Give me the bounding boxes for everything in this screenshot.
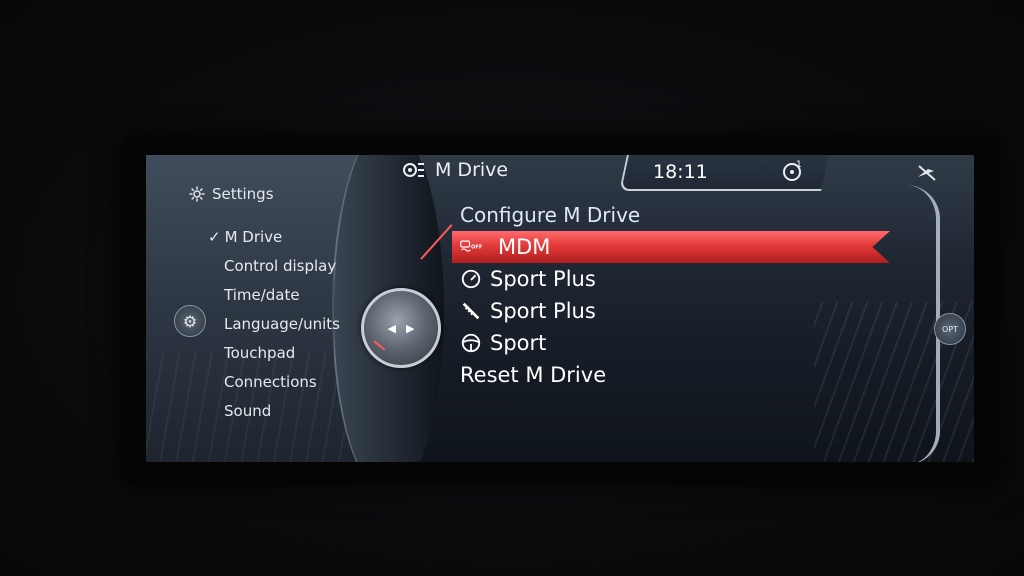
page-title-group: M Drive [401,159,508,181]
item-label: MDM [498,235,551,259]
arrow-left-icon: ◀ [387,321,396,335]
mdm-off-icon: OFF [460,236,482,258]
svg-text:OFF: OFF [471,244,482,250]
gauge-icon [460,268,482,290]
options-label: OPT [941,324,958,334]
sidebar-item-time-date[interactable]: Time/date [224,281,340,310]
arrow-right-icon: ▶ [406,321,415,335]
sidebar-item-control-display[interactable]: Control display [224,252,340,281]
gear-icon: ⚙ [182,311,198,331]
svg-text:1: 1 [796,160,802,170]
item-label: Sport Plus [490,299,596,323]
clock: 18:11 [653,161,708,183]
cd-1-icon: 1 [783,160,802,181]
settings-title: Settings [212,185,274,203]
settings-menu: M Drive Control display Time/date Langua… [224,223,340,426]
settings-gear-button[interactable]: ⚙ [174,305,206,337]
options-button[interactable]: OPT [934,313,966,345]
item-label: Sport [490,331,547,355]
list-item-sport-plus-engine[interactable]: Sport Plus [452,263,932,295]
item-label: Reset M Drive [460,363,607,387]
settings-header: Settings [188,185,274,203]
gear-icon [189,186,205,202]
sidebar-item-sound[interactable]: Sound [224,397,340,426]
navigation-muted-icon [918,165,936,181]
controller-knob[interactable]: ◀ ▶ [361,288,441,368]
sidebar-item-m-drive[interactable]: M Drive [224,223,340,252]
settings-panel: Settings M Drive Control display Time/da… [146,155,444,462]
top-bar: M Drive 18:11 1 [391,155,921,191]
steering-wheel-icon [460,332,482,354]
list-item-mdm[interactable]: OFF MDM [452,231,890,263]
content-title: Configure M Drive [460,203,641,227]
sidebar-item-touchpad[interactable]: Touchpad [224,339,340,368]
idrive-screen: Settings M Drive Control display Time/da… [146,155,974,462]
page-title: M Drive [435,159,509,181]
item-label: Sport Plus [490,267,596,291]
suspension-icon [460,300,482,322]
sidebar-item-language-units[interactable]: Language/units [224,310,340,339]
sidebar-item-connections[interactable]: Connections [224,368,340,397]
car-settings-icon [403,163,424,177]
